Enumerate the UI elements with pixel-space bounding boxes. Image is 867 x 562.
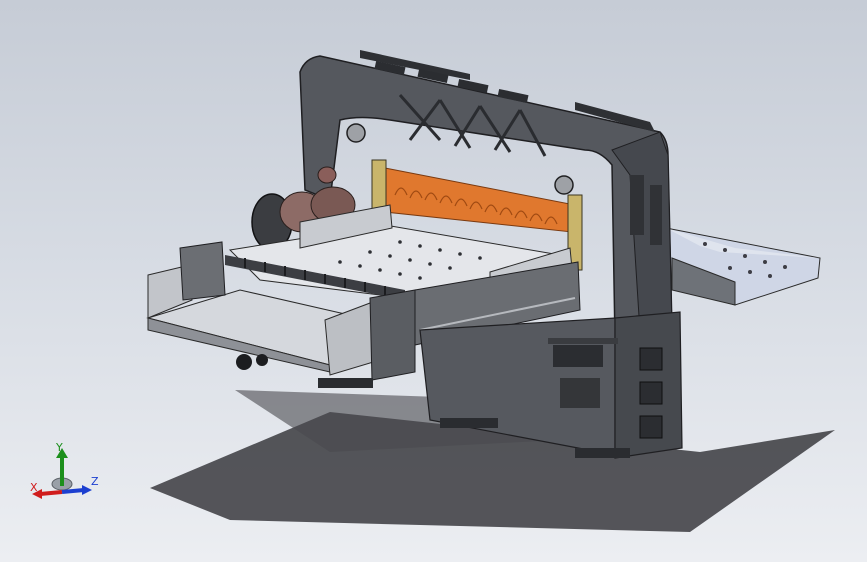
coordinate-triad[interactable]: X Y Z xyxy=(26,440,106,510)
outfeed-table[interactable] xyxy=(665,227,821,306)
axis-z-label: Z xyxy=(91,475,99,488)
axis-x-label: X xyxy=(30,481,38,494)
graphics-area[interactable]: X Y Z xyxy=(0,0,867,562)
axis-y-label: Y xyxy=(56,441,63,454)
machine-model-view[interactable] xyxy=(0,0,867,562)
